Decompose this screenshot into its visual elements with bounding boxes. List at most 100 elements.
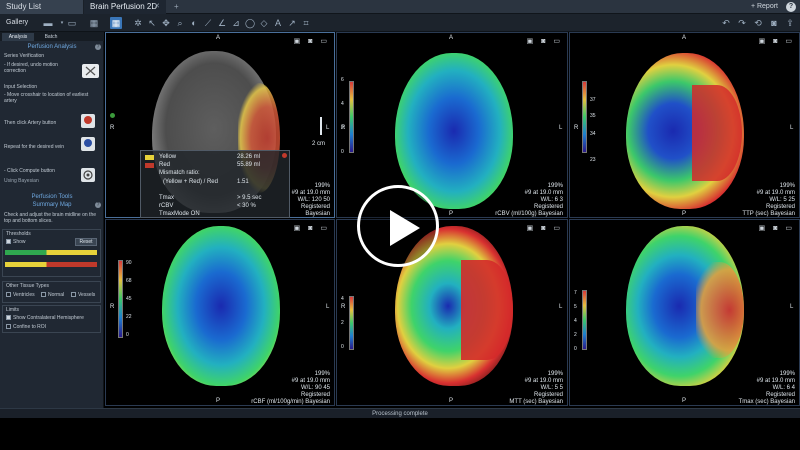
- orient-left: L: [559, 125, 563, 131]
- registered-label: Registered: [765, 204, 795, 210]
- orient-anterior: A: [216, 35, 221, 41]
- red-swatch: [145, 163, 154, 168]
- zoom-readout: 199%: [547, 183, 563, 189]
- normal-checkbox[interactable]: Normal: [41, 292, 64, 298]
- viewport-tmax[interactable]: ▣ ◙ ▭ 7 5 4 2 0 L P 199% #9 at 19.0 mm W…: [569, 219, 800, 406]
- threshold-bar-rcbv[interactable]: [5, 262, 97, 267]
- mismatch-ratio-value: 1.51: [237, 179, 249, 185]
- threshold-bar-tmax[interactable]: [5, 250, 97, 255]
- tab-bar: Study List Brain Perfusion 2D ✕ + + Repor…: [0, 0, 800, 14]
- mtt-tick: 4: [341, 296, 344, 302]
- viewport-tools[interactable]: ▣ ◙ ▭: [527, 224, 563, 232]
- window-level-icon[interactable]: ◐: [188, 17, 200, 29]
- reset-icon[interactable]: ⟲: [752, 17, 764, 29]
- bottom-strip: [0, 418, 800, 450]
- viewport-tools[interactable]: ▣ ◙ ▭: [759, 224, 795, 232]
- gallery-button[interactable]: Gallery: [6, 17, 28, 29]
- method-label: Bayesian: [305, 211, 330, 217]
- tab-analysis[interactable]: Analysis: [2, 33, 34, 41]
- rcbv-brain-image: [395, 53, 513, 209]
- slice-readout: #9 at 19.0 mm: [524, 190, 563, 196]
- help-icon[interactable]: ?: [95, 202, 101, 208]
- viewport-tools[interactable]: ▣ ◙ ▭: [294, 37, 330, 45]
- vein-button[interactable]: [81, 137, 95, 151]
- confine-roi-checkbox[interactable]: Confine to ROI: [6, 324, 46, 330]
- help-icon[interactable]: ?: [95, 44, 101, 50]
- redo-icon[interactable]: ↷: [736, 17, 748, 29]
- vessels-checkbox[interactable]: Vessels: [71, 292, 95, 298]
- crosshair-note: - Move crosshair to location of earliest…: [4, 92, 89, 104]
- series-verification-label: Series Verification: [4, 53, 45, 59]
- zoom-readout: 199%: [314, 183, 330, 189]
- export-icon[interactable]: ⇪: [784, 17, 796, 29]
- text-annotation-icon[interactable]: A: [272, 17, 284, 29]
- registered-label: Registered: [300, 392, 330, 398]
- arrow-annotation-icon[interactable]: ↗: [286, 17, 298, 29]
- ttp-tick: 37: [590, 97, 596, 103]
- ventricles-checkbox[interactable]: Ventricles: [6, 292, 35, 298]
- registered-label: Registered: [533, 204, 563, 210]
- contralateral-checkbox[interactable]: Show Contralateral Hemisphere: [6, 315, 84, 321]
- layout-3x2-icon[interactable]: ▦: [110, 17, 122, 29]
- reset-button[interactable]: Reset: [75, 238, 97, 246]
- sidebar-tabs: Analysis Batch: [0, 32, 104, 41]
- ellipse-roi-icon[interactable]: ◯: [244, 17, 256, 29]
- sidebar: Analysis Batch Perfusion Analysis? Serie…: [0, 32, 104, 408]
- zoom-icon[interactable]: ⌕: [174, 17, 186, 29]
- layout-1x2-icon[interactable]: ▭: [66, 17, 78, 29]
- limits-group: Limits Show Contralateral Hemisphere Con…: [2, 305, 101, 333]
- compute-note: - Click Compute button: [4, 168, 55, 174]
- perfusion-analysis-header: Perfusion Analysis?: [27, 44, 101, 50]
- viewport-rcbv[interactable]: ▣ ◙ ▭ 6 4 2 0 A R L P 199% #9 at 19.0 mm…: [336, 32, 568, 218]
- tab-brain-perfusion[interactable]: Brain Perfusion 2D ✕: [84, 0, 166, 14]
- viewport-tools[interactable]: ▣ ◙ ▭: [527, 37, 563, 45]
- video-play-button[interactable]: [357, 185, 439, 267]
- viewport-tools[interactable]: ▣ ◙ ▭: [294, 224, 330, 232]
- slice-readout: #9 at 19.0 mm: [756, 190, 795, 196]
- rcbf-tick: 68: [126, 278, 132, 284]
- play-icon: [390, 210, 420, 246]
- orient-left: L: [326, 125, 330, 131]
- orient-posterior: P: [682, 398, 687, 404]
- tab-batch[interactable]: Batch: [36, 33, 66, 41]
- rcbf-tick: 22: [126, 314, 132, 320]
- undo-icon[interactable]: ↶: [720, 17, 732, 29]
- tmax-lesion-overlay: [696, 262, 744, 358]
- status-dot-icon: [110, 113, 115, 118]
- tmax-threshold-value: > 9.5 sec: [237, 195, 262, 201]
- report-button[interactable]: + Report: [751, 0, 778, 14]
- layout-2x2-icon[interactable]: ▦: [88, 17, 100, 29]
- panel-close-icon[interactable]: [282, 153, 287, 158]
- angle-icon[interactable]: ∠: [216, 17, 228, 29]
- settings-gear-icon[interactable]: ✲: [132, 17, 144, 29]
- other-tissue-group: Other Tissue Types Ventricles Normal Ves…: [2, 281, 101, 303]
- artery-button[interactable]: [81, 114, 95, 128]
- vein-icon: [84, 139, 92, 147]
- artery-icon: [84, 116, 92, 124]
- close-icon[interactable]: ✕: [154, 0, 160, 14]
- summary-map-header: Summary Map?: [32, 202, 101, 208]
- ruler-icon[interactable]: ⟋: [202, 17, 214, 29]
- ttp-lesion-overlay: [692, 85, 742, 181]
- yellow-volume: 28.26 ml: [237, 154, 261, 160]
- viewport-ttp[interactable]: ▣ ◙ ▭ 37 35 34 23 A R L P 199% #9 at 19.…: [569, 32, 800, 218]
- compute-button[interactable]: [81, 168, 95, 182]
- layout-icon[interactable]: ▬: [42, 17, 54, 29]
- show-checkbox[interactable]: Show: [6, 239, 26, 245]
- rcbf-colorbar: [118, 260, 123, 338]
- help-icon[interactable]: ?: [786, 2, 796, 12]
- camera-icon[interactable]: ◙: [768, 17, 780, 29]
- new-tab-button[interactable]: +: [170, 0, 184, 14]
- freehand-roi-icon[interactable]: ◇: [258, 17, 270, 29]
- crop-icon[interactable]: ⌗: [300, 17, 312, 29]
- undo-motion-button[interactable]: [82, 64, 99, 78]
- orient-posterior: P: [216, 398, 221, 404]
- motion-x-icon: [85, 66, 96, 76]
- pointer-icon[interactable]: ↖: [146, 17, 158, 29]
- wl-readout: W/L: 5 5: [540, 385, 563, 391]
- tab-study-list[interactable]: Study List: [0, 0, 84, 14]
- angle2-icon[interactable]: ⊿: [230, 17, 242, 29]
- viewport-tools[interactable]: ▣ ◙ ▭: [759, 37, 795, 45]
- viewport-rcbf[interactable]: ▣ ◙ ▭ 90 68 45 22 0 R L P 199% #9 at 19.…: [105, 219, 335, 406]
- pan-icon[interactable]: ✥: [160, 17, 172, 29]
